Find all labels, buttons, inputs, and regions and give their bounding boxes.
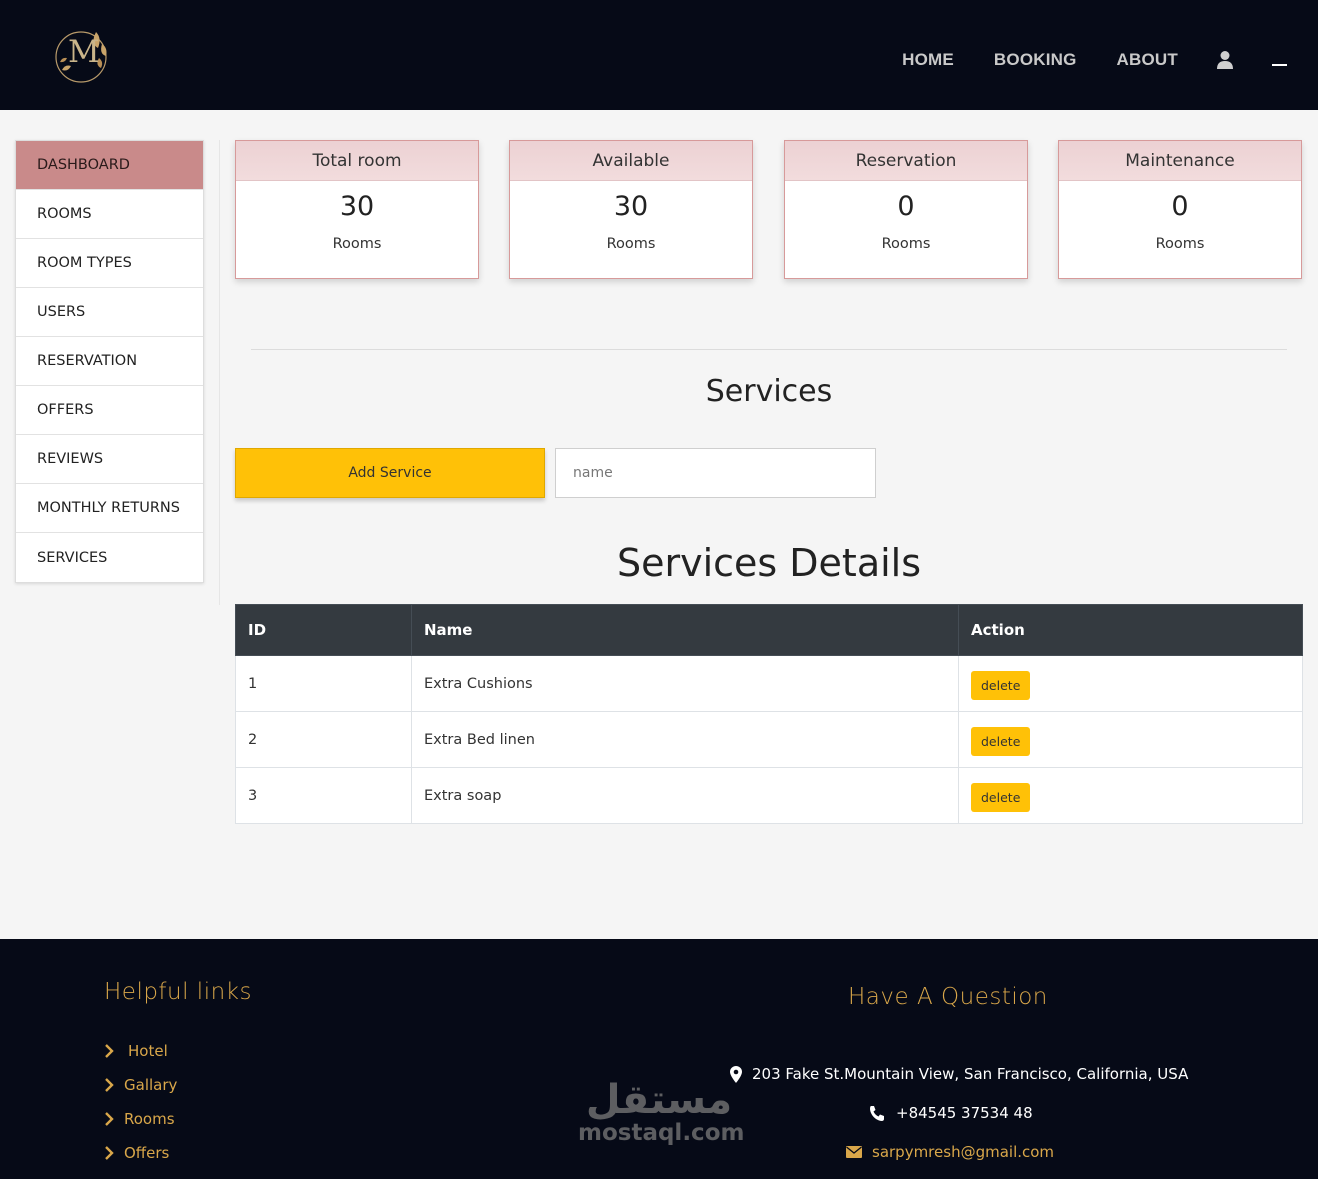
sidebar-item-room-types[interactable]: ROOM TYPES xyxy=(16,239,203,288)
stat-card-unit: Rooms xyxy=(606,236,656,252)
stat-card-title: Total room xyxy=(236,141,478,181)
helpful-links-list: Hotel Gallary Rooms Offers customers xyxy=(104,1034,202,1179)
services-table: ID Name Action 1 Extra Cushions delete 2… xyxy=(235,604,1303,824)
menu-toggle-bar xyxy=(1272,64,1287,66)
section-divider xyxy=(251,349,1287,350)
cell-id: 2 xyxy=(235,711,412,768)
delete-button[interactable]: delete xyxy=(971,783,1031,812)
address-text: 203 Fake St.Mountain View, San Francisco… xyxy=(752,1065,1189,1083)
mostaql-watermark: مستقل mostaql.com xyxy=(578,1077,745,1146)
sidebar-item-reviews[interactable]: REVIEWS xyxy=(16,435,203,484)
chevron-right-icon xyxy=(105,1112,114,1126)
sidebar-item-monthly-returns[interactable]: MONTHLY RETURNS xyxy=(16,484,203,533)
sidebar-item-offers[interactable]: OFFERS xyxy=(16,386,203,435)
add-service-button[interactable]: Add Service xyxy=(235,448,545,498)
contact-address: 203 Fake St.Mountain View, San Francisco… xyxy=(730,1065,1188,1083)
chevron-right-icon xyxy=(105,1146,114,1160)
footer-link-hotel[interactable]: Hotel xyxy=(104,1034,202,1068)
footer-link-label: Gallary xyxy=(124,1076,178,1094)
menu-toggle-button[interactable] xyxy=(1272,50,1288,70)
cell-name: Extra soap xyxy=(411,767,959,824)
stat-card-value: 30 xyxy=(339,191,375,222)
table-row: 2 Extra Bed linen delete xyxy=(235,711,1303,768)
column-header-name: Name xyxy=(411,604,959,656)
sidebar-item-services[interactable]: SERVICES xyxy=(16,533,203,582)
cell-action: delete xyxy=(958,655,1303,712)
contact-phone: +84545 37534 48 xyxy=(868,1104,1033,1122)
table-row: 1 Extra Cushions delete xyxy=(235,655,1303,712)
watermark-latin: mostaql.com xyxy=(578,1120,745,1146)
footer-link-offers[interactable]: Offers xyxy=(104,1136,202,1170)
logo-letter: M xyxy=(68,34,100,70)
column-header-id: ID xyxy=(235,604,412,656)
watermark-arabic: مستقل xyxy=(585,1077,733,1123)
have-a-question-heading: Have A Question xyxy=(848,984,1048,1010)
user-account-icon[interactable] xyxy=(1216,50,1234,70)
top-navbar: M HOME BOOKING ABOUT xyxy=(0,0,1318,110)
cell-name: Extra Cushions xyxy=(411,655,959,712)
stat-card-title: Reservation xyxy=(785,141,1027,181)
column-header-action: Action xyxy=(958,604,1303,656)
cell-action: delete xyxy=(958,767,1303,824)
chevron-right-icon xyxy=(105,1044,114,1058)
sidebar-item-rooms[interactable]: ROOMS xyxy=(16,190,203,239)
nav-booking-link[interactable]: BOOKING xyxy=(994,50,1077,70)
cell-name: Extra Bed linen xyxy=(411,711,959,768)
services-details-heading: Services Details xyxy=(616,541,922,585)
admin-sidebar: DASHBOARD ROOMS ROOM TYPES USERS RESERVA… xyxy=(15,140,204,583)
footer-link-gallary[interactable]: Gallary xyxy=(104,1068,202,1102)
stat-card-reservation: Reservation 0 Rooms xyxy=(784,140,1028,279)
stat-card-value: 0 xyxy=(1171,191,1189,222)
stat-card-title: Available xyxy=(510,141,752,181)
footer-link-rooms[interactable]: Rooms xyxy=(104,1102,202,1136)
cell-action: delete xyxy=(958,711,1303,768)
cell-id: 1 xyxy=(235,655,412,712)
stat-card-unit: Rooms xyxy=(1155,236,1205,252)
stat-card-title: Maintenance xyxy=(1059,141,1301,181)
stat-card-unit: Rooms xyxy=(332,236,382,252)
cell-id: 3 xyxy=(235,767,412,824)
phone-text: +84545 37534 48 xyxy=(896,1104,1033,1122)
hotel-logo[interactable]: M xyxy=(52,22,114,84)
stat-card-value: 0 xyxy=(897,191,915,222)
contact-email[interactable]: sarpymresh@gmail.com xyxy=(846,1143,1054,1161)
footer-link-label: Offers xyxy=(124,1144,170,1162)
main-nav: HOME BOOKING ABOUT xyxy=(862,50,1288,70)
email-text: sarpymresh@gmail.com xyxy=(872,1143,1055,1161)
footer-link-customers[interactable]: customers xyxy=(104,1170,202,1179)
services-heading: Services xyxy=(705,374,833,409)
sidebar-item-dashboard[interactable]: DASHBOARD xyxy=(16,141,203,190)
table-row: 3 Extra soap delete xyxy=(235,767,1303,824)
helpful-links-heading: Helpful links xyxy=(104,979,252,1005)
table-header-row: ID Name Action xyxy=(235,604,1303,656)
sidebar-item-users[interactable]: USERS xyxy=(16,288,203,337)
stat-card-unit: Rooms xyxy=(881,236,931,252)
footer-link-label: Rooms xyxy=(124,1110,175,1128)
stat-card-maintenance: Maintenance 0 Rooms xyxy=(1058,140,1302,279)
service-name-input[interactable] xyxy=(555,448,876,498)
sidebar-divider xyxy=(219,140,220,605)
nav-home-link[interactable]: HOME xyxy=(902,50,954,70)
footer-link-label: Hotel xyxy=(128,1042,168,1060)
sidebar-item-reservation[interactable]: RESERVATION xyxy=(16,337,203,386)
envelope-icon xyxy=(846,1146,862,1158)
phone-icon xyxy=(870,1105,884,1121)
stat-card-available: Available 30 Rooms xyxy=(509,140,753,279)
stat-card-total-room: Total room 30 Rooms xyxy=(235,140,479,279)
stat-card-value: 30 xyxy=(613,191,649,222)
nav-about-link[interactable]: ABOUT xyxy=(1117,50,1178,70)
delete-button[interactable]: delete xyxy=(971,727,1031,756)
delete-button[interactable]: delete xyxy=(971,671,1031,700)
chevron-right-icon xyxy=(105,1078,114,1092)
